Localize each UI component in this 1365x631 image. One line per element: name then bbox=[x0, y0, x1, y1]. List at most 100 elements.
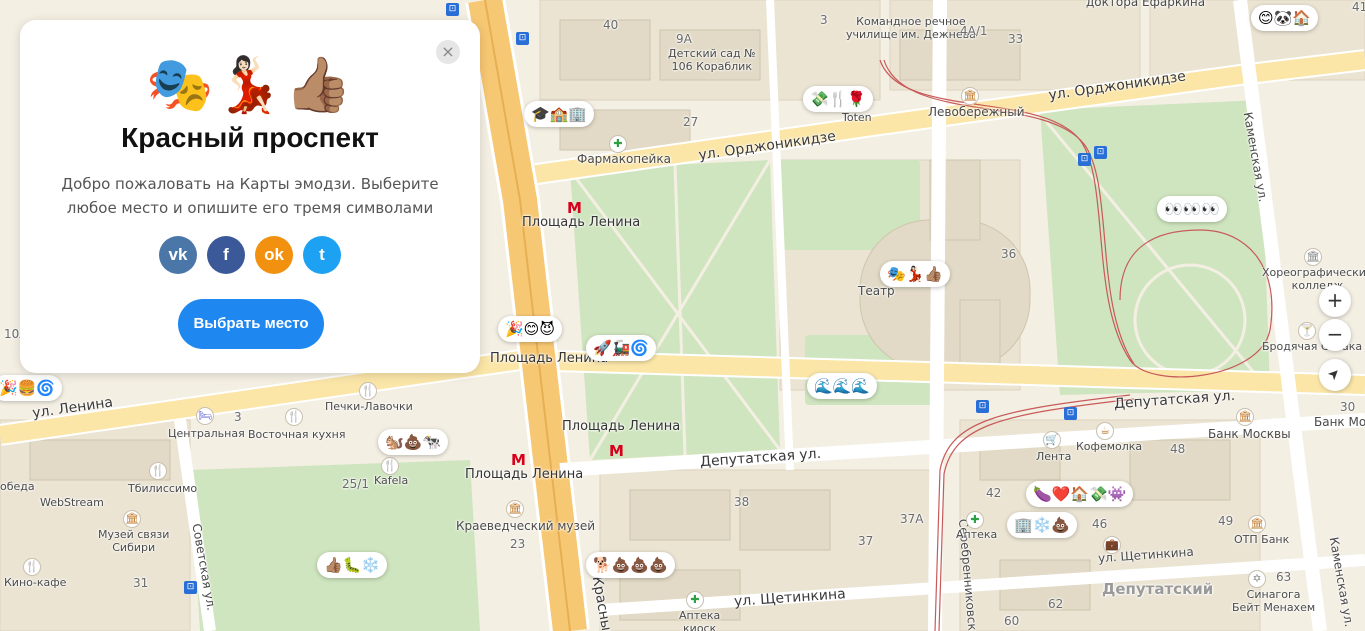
bus-stop-icon[interactable]: ⊡ bbox=[1078, 153, 1091, 166]
place-label-detsky-sad: Детский сад № 106 Кораблик bbox=[668, 47, 756, 73]
bank-icon[interactable]: 🏛 bbox=[1236, 408, 1254, 426]
emoji-pin[interactable]: 🎭💃🏻👍🏽 bbox=[880, 261, 951, 287]
place-label-komandnoe: Командное речное училище им. Дежнева bbox=[846, 15, 976, 41]
place-label-kafela: Kafela bbox=[374, 474, 409, 487]
twitter-share-button[interactable]: t bbox=[303, 236, 341, 274]
house-number: 23 bbox=[510, 537, 526, 551]
emoji-pin[interactable]: 🏢❄️💩 bbox=[1007, 512, 1078, 538]
place-label-farmakopeika: Фармакопейка bbox=[577, 152, 671, 166]
pharmacy-icon[interactable]: ✚ bbox=[609, 135, 627, 153]
house-number: 62 bbox=[1048, 597, 1064, 611]
facebook-share-button[interactable]: f bbox=[207, 236, 245, 274]
bar-icon[interactable]: 🍸 bbox=[1298, 322, 1316, 340]
house-number: 40 bbox=[603, 18, 619, 32]
pharmacy-icon[interactable]: ✚ bbox=[966, 511, 984, 529]
shop-icon[interactable]: 🛒 bbox=[1043, 431, 1061, 449]
briefcase-icon[interactable]: 💼 bbox=[1103, 536, 1121, 554]
emoji-pin[interactable]: 🍆❤️🏠💸👾 bbox=[1026, 481, 1134, 507]
museum-icon[interactable]: 🏛 bbox=[506, 500, 524, 518]
house-number: 9А bbox=[676, 32, 692, 46]
house-number: 27 bbox=[683, 115, 699, 129]
district-label-deputatsky: Депутатский bbox=[1102, 580, 1214, 598]
pharmacy-icon[interactable]: ✚ bbox=[686, 591, 704, 609]
house-number: 41 bbox=[1352, 0, 1365, 14]
cafe-icon[interactable]: ☕ bbox=[1096, 422, 1114, 440]
cinema-icon[interactable]: 🛏 bbox=[196, 407, 214, 425]
place-label-muzey-svyazi: Музей связи Сибири bbox=[98, 528, 170, 554]
restaurant-icon[interactable]: 🍴 bbox=[285, 408, 303, 426]
place-label-doktora: доктора Ефаркина bbox=[1086, 0, 1206, 9]
museum-icon[interactable]: 🏛 bbox=[123, 510, 141, 528]
metro-icon[interactable]: M bbox=[609, 442, 624, 460]
place-label-kino-kafe: Кино-кафе bbox=[4, 576, 67, 589]
bus-stop-icon[interactable]: ⊡ bbox=[516, 32, 529, 45]
house-number: 60 bbox=[1004, 614, 1020, 628]
emoji-pin[interactable]: 👍🏽🐛❄️ bbox=[317, 552, 388, 578]
place-label-centralnaya: Центральная bbox=[168, 427, 245, 440]
welcome-description: Добро пожаловать на Карты эмодзи. Выбери… bbox=[61, 175, 439, 217]
emoji-pin[interactable]: 💸🍴🌹 bbox=[803, 86, 874, 112]
house-number: 37А bbox=[900, 512, 924, 526]
metro-icon[interactable]: M bbox=[511, 451, 526, 469]
place-label-ploshchad-lenina: Площадь Ленина bbox=[465, 467, 584, 482]
emoji-pin[interactable]: 🌊🌊🌊 bbox=[807, 373, 878, 399]
place-label-sinagoga: Синагога Бейт Менахем bbox=[1232, 588, 1316, 614]
place-label-apteka: Аптека bbox=[956, 528, 998, 541]
social-share-buttons: vk f ok t bbox=[20, 236, 480, 274]
restaurant-icon[interactable]: 🍴 bbox=[359, 382, 377, 400]
emoji-pin[interactable]: 👀👀👀 bbox=[1157, 196, 1228, 222]
restaurant-icon[interactable]: 🍴 bbox=[149, 462, 167, 480]
place-emoji: 🎭💃🏻👍🏽 bbox=[146, 53, 354, 116]
emoji-pin[interactable]: 😊🐼🏠 bbox=[1251, 5, 1318, 31]
place-label-tuten: Toten bbox=[842, 111, 872, 124]
emoji-pin[interactable]: 🚀🚂🌀 bbox=[586, 335, 657, 361]
place-label-webstream: WebStream bbox=[40, 496, 104, 509]
bus-stop-icon[interactable]: ⊡ bbox=[446, 3, 459, 16]
place-label-otp: ОТП Банк bbox=[1234, 533, 1290, 546]
museum-icon[interactable]: 🏛 bbox=[961, 87, 979, 105]
restaurant-icon[interactable]: 🍴 bbox=[381, 457, 399, 475]
house-number: 37 bbox=[858, 534, 874, 548]
choose-place-button[interactable]: Выбрать место bbox=[178, 299, 324, 349]
house-number: 25/1 bbox=[342, 477, 369, 491]
synagogue-icon[interactable]: ✡ bbox=[1248, 570, 1266, 588]
zoom-out-button[interactable]: − bbox=[1319, 319, 1351, 351]
place-label-pechki: Печки-Лавочки bbox=[325, 400, 413, 413]
bank-icon[interactable]: 🏛 bbox=[1248, 515, 1266, 533]
vk-share-button[interactable]: vk bbox=[159, 236, 197, 274]
zoom-in-button[interactable]: + bbox=[1319, 285, 1351, 317]
welcome-panel: × 🎭💃🏻👍🏽 Красный проспект Добро пожаловат… bbox=[20, 20, 480, 373]
house-number: 31 bbox=[133, 576, 149, 590]
restaurant-icon[interactable]: 🍴 bbox=[23, 558, 41, 576]
house-number: 38 bbox=[734, 495, 750, 509]
place-label-apteka-kiosk: Аптека киоск bbox=[679, 609, 721, 631]
bus-stop-icon[interactable]: ⊡ bbox=[184, 581, 197, 594]
emoji-pin[interactable]: 🎉😊😈 bbox=[498, 316, 562, 342]
metro-icon[interactable]: M bbox=[567, 199, 582, 217]
place-label-ploshchad-lenina: Площадь Ленина bbox=[522, 215, 641, 230]
emoji-pin[interactable]: 🎉🍔🌀 bbox=[0, 375, 63, 401]
bus-stop-icon[interactable]: ⊡ bbox=[1064, 407, 1077, 420]
place-label-tbilissimo: Тбилиссимо bbox=[128, 482, 198, 495]
place-label-bank-moskvy: Банк Москвы bbox=[1208, 427, 1291, 441]
bus-stop-icon[interactable]: ⊡ bbox=[976, 400, 989, 413]
odnoklassniki-share-button[interactable]: ok bbox=[255, 236, 293, 274]
bus-stop-icon[interactable]: ⊡ bbox=[1094, 146, 1107, 159]
emoji-pin[interactable]: 🐕💩💩💩 bbox=[586, 552, 675, 578]
place-label-bank-moskvy: Банк Москвы bbox=[1314, 415, 1365, 429]
school-icon[interactable]: 🏛 bbox=[1304, 248, 1322, 266]
house-number: 3 bbox=[820, 13, 828, 27]
house-number: 42 bbox=[986, 486, 1002, 500]
house-number: 30 bbox=[1340, 400, 1356, 414]
house-number: 4А/1 bbox=[960, 24, 988, 38]
emoji-pin[interactable]: 🐿️💩🐄 bbox=[378, 429, 449, 455]
place-label-obeda: обеда bbox=[0, 480, 35, 493]
place-label-levoberezhny: Левобережный bbox=[928, 105, 1025, 119]
place-label-horeograf: Хореографический колледж bbox=[1262, 266, 1365, 292]
place-label-kofemolka: Кофемолка bbox=[1076, 440, 1143, 453]
emoji-pin[interactable]: 🎓🏫🏢 bbox=[524, 101, 595, 127]
house-number: 36 bbox=[1001, 247, 1017, 261]
house-number: 46 bbox=[1092, 517, 1108, 531]
house-number: 33 bbox=[1008, 32, 1024, 46]
house-number: 49 bbox=[1218, 514, 1234, 528]
